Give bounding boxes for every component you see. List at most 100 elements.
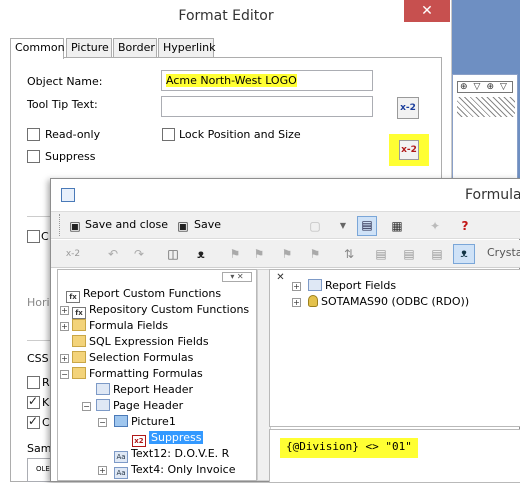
tab-hyperlink[interactable]: Hyperlink xyxy=(158,38,216,58)
tree-item-label: Page Header xyxy=(113,399,184,412)
help-icon[interactable]: ? xyxy=(457,218,473,234)
partial-label-c: C xyxy=(41,230,49,243)
expander-plus-icon[interactable]: + xyxy=(60,322,69,331)
pane-close-icon[interactable]: ✕ xyxy=(276,273,285,283)
toolbar-primary: ▣ Save and close ▣ Save ▢ ▼ ▤ ▦ ✦ ? xyxy=(51,211,520,239)
partial-label-r: R xyxy=(42,376,50,389)
expander-plus-icon[interactable]: + xyxy=(292,282,301,291)
partial-checkbox-c2[interactable] xyxy=(27,414,40,429)
folder-icon xyxy=(72,367,86,379)
tab-border[interactable]: Border xyxy=(113,38,157,58)
tooltip-field[interactable] xyxy=(161,96,373,117)
close-button[interactable]: ✕ xyxy=(404,0,450,22)
tree-item-page-header[interactable]: Page Header xyxy=(96,398,183,414)
save-disk-icon: ▣ xyxy=(69,219,81,233)
toolbar-secondary: x-2 ↶ ↷ ◫ ᴥ ⚑ ⚑ ⚑ ⚑ ⇅ ▤ ▤ ▤ ᴥ Crystal xyxy=(51,240,520,268)
magic-wand-icon[interactable]: ✦ xyxy=(427,218,443,234)
expander-minus-icon[interactable]: − xyxy=(82,402,91,411)
tooltip-label: Tool Tip Text: xyxy=(27,98,98,111)
find-binoculars-icon[interactable]: ᴥ xyxy=(193,246,209,262)
app-icon xyxy=(61,188,75,202)
syntax-dropdown[interactable]: Crystal xyxy=(487,246,520,259)
expander-minus-icon[interactable]: − xyxy=(60,370,69,379)
tree-item-sotamas90[interactable]: SOTAMAS90 (ODBC (RDO)) xyxy=(308,294,469,310)
sort-icon[interactable]: ⇅ xyxy=(341,246,357,262)
workshop-tree: ▾ ✕ fx Report Custom Functions + fx Reposi… xyxy=(57,269,257,481)
functions-tree-icon[interactable]: ▤ xyxy=(401,246,417,262)
readonly-checkbox[interactable] xyxy=(27,128,40,141)
expander-plus-icon[interactable]: + xyxy=(292,298,301,307)
background-ruler-panel: ⊕▽⊕▽ xyxy=(452,74,518,186)
tree-item-sql-expression-fields[interactable]: SQL Expression Fields xyxy=(72,334,209,350)
dropdown-arrow-icon[interactable]: ▼ xyxy=(335,218,351,234)
partial-checkbox-k[interactable] xyxy=(27,394,40,409)
expander-plus-icon[interactable]: + xyxy=(60,306,69,315)
x2-icon[interactable]: x-2 xyxy=(65,246,81,262)
expander-minus-icon[interactable]: − xyxy=(98,418,107,427)
new-document-icon[interactable]: ▢ xyxy=(307,218,323,234)
folder-icon xyxy=(72,335,86,347)
tree-item-text4[interactable]: Aa Text4: Only Invoice xyxy=(114,462,236,479)
expander-plus-icon[interactable]: + xyxy=(60,354,69,363)
formula-workshop-window: Formula ▣ Save and close ▣ Save ▢ ▼ ▤ ▦ … xyxy=(50,178,520,483)
lock-position-checkbox[interactable] xyxy=(162,128,175,141)
section-icon xyxy=(96,399,110,411)
tree-item-label: Report Header xyxy=(113,383,194,396)
properties-icon[interactable]: ▦ xyxy=(389,218,405,234)
object-name-field[interactable]: Acme North-West LOGO xyxy=(161,70,373,91)
text-object-icon: Aa xyxy=(114,467,128,479)
tree-item-label: Report Fields xyxy=(325,279,397,292)
undo-icon[interactable]: ↶ xyxy=(105,246,121,262)
partial-checkbox-c[interactable] xyxy=(27,230,40,243)
find-tree-icon[interactable]: ᴥ xyxy=(453,244,475,264)
database-icon xyxy=(308,295,318,307)
tree-item-formatting-formulas[interactable]: Formatting Formulas xyxy=(72,366,203,382)
bookmark-icon[interactable]: ⚑ xyxy=(227,246,243,262)
redo-icon[interactable]: ↷ xyxy=(131,246,147,262)
tree-item-repository-custom-functions[interactable]: fx Repository Custom Functions xyxy=(72,302,249,319)
tree-item-label: Selection Formulas xyxy=(89,351,194,364)
clear-bookmarks-icon[interactable]: ⚑ xyxy=(307,246,323,262)
tree-pane-close-icon[interactable]: ▾ ✕ xyxy=(222,272,252,282)
save-button[interactable]: Save xyxy=(194,218,221,231)
toggle-tree-icon[interactable]: ▤ xyxy=(357,216,377,236)
fields-tree-icon[interactable]: ▤ xyxy=(373,246,389,262)
expander-plus-icon[interactable]: + xyxy=(98,466,107,475)
tree-item-label: SQL Expression Fields xyxy=(89,335,209,348)
browse-icon[interactable]: ◫ xyxy=(165,246,181,262)
tree-item-label: Report Custom Functions xyxy=(83,287,222,300)
suppress-formula-button[interactable]: x-2 xyxy=(389,134,429,166)
next-bookmark-icon[interactable]: ⚑ xyxy=(251,246,267,262)
tree-item-label: Text12: D.O.V.E. R xyxy=(131,447,230,460)
save-and-close-button[interactable]: Save and close xyxy=(85,218,168,231)
tree-item-report-custom-functions[interactable]: fx Report Custom Functions xyxy=(66,286,222,303)
tree-item-report-fields[interactable]: Report Fields xyxy=(308,278,396,294)
fields-tree: ✕ + Report Fields + SOTAMAS90 (ODBC (RDO… xyxy=(269,269,520,427)
tree-item-picture1[interactable]: Picture1 xyxy=(114,414,176,430)
tree-item-text12[interactable]: Aa Text12: D.O.V.E. R xyxy=(114,446,230,463)
hatched-area xyxy=(457,97,515,117)
tree-item-label: Picture1 xyxy=(131,415,176,428)
tab-common[interactable]: Common xyxy=(10,38,65,59)
tree-item-report-header[interactable]: Report Header xyxy=(96,382,193,398)
formula-window-title: Formula xyxy=(51,179,520,211)
formula-editor[interactable]: {@Division} <> "01" xyxy=(269,429,520,483)
tab-picture[interactable]: Picture xyxy=(66,38,112,58)
suppress-label: Suppress xyxy=(45,150,96,163)
section-icon xyxy=(96,383,110,395)
picture-icon xyxy=(114,415,128,427)
prev-bookmark-icon[interactable]: ⚑ xyxy=(279,246,295,262)
lock-position-label: Lock Position and Size xyxy=(179,128,301,141)
tree-item-label: Suppress xyxy=(149,431,204,444)
partial-checkbox-r[interactable] xyxy=(27,376,40,389)
suppress-checkbox[interactable] xyxy=(27,150,40,163)
tree-item-selection-formulas[interactable]: Selection Formulas xyxy=(72,350,193,366)
folder-icon xyxy=(72,319,86,331)
tree-item-suppress[interactable]: x2 Suppress xyxy=(132,430,204,447)
operators-tree-icon[interactable]: ▤ xyxy=(429,246,445,262)
tree-item-label: Text4: Only Invoice xyxy=(131,463,236,476)
tree-item-formula-fields[interactable]: Formula Fields xyxy=(72,318,168,334)
report-fields-icon xyxy=(308,279,322,291)
formula-button-x2[interactable]: x-2 xyxy=(397,97,419,119)
window-title-text: Formula xyxy=(465,187,520,203)
